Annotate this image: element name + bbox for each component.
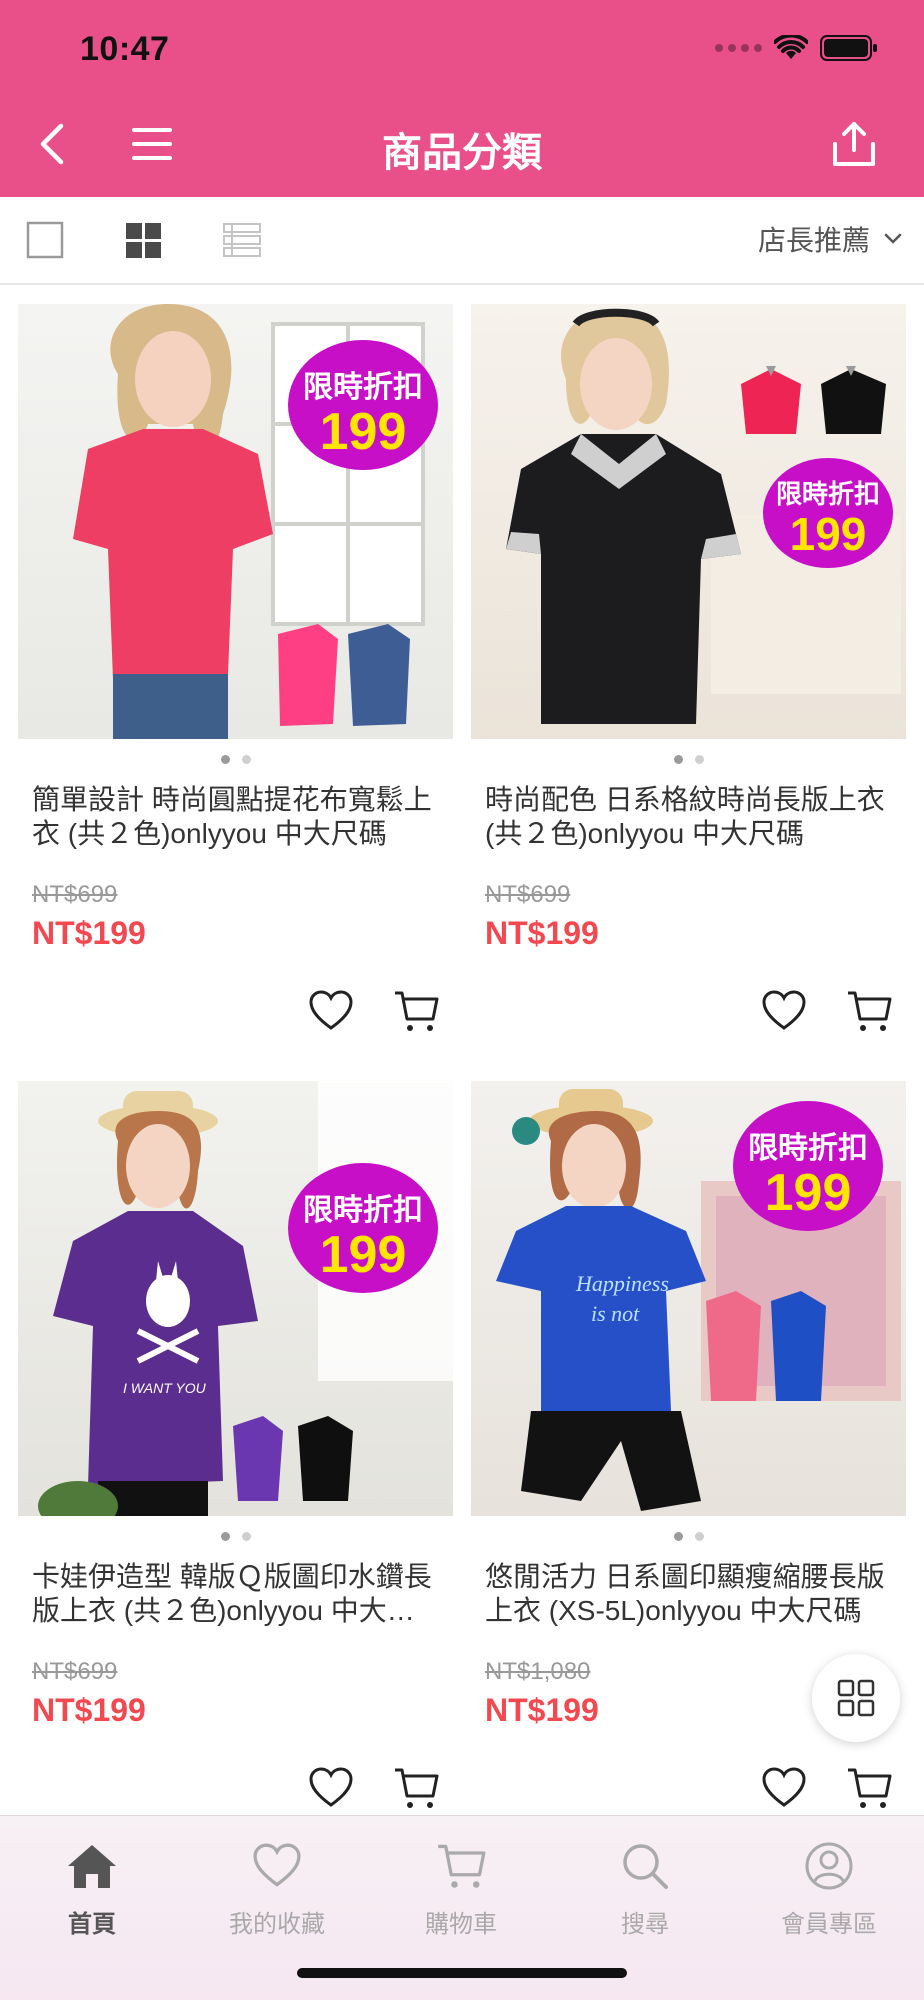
badge-price: 199 <box>319 403 407 461</box>
original-price: NT$699 <box>485 881 571 908</box>
model-photo: I WANT YOU <box>38 1081 453 1516</box>
discount-badge: 限時折扣 199 <box>288 340 438 470</box>
tab-member[interactable]: 會員專區 <box>754 1836 904 1939</box>
product-name[interactable]: 卡娃伊造型 韓版Ｑ版圖印水鑽長版上衣 (共２色)onlyyou 中大尺碼 <box>32 1560 439 1628</box>
sort-dropdown[interactable]: 店長推薦 <box>758 219 902 259</box>
product-image[interactable]: Happiness is not 限時折扣 199 <box>471 1081 906 1516</box>
product-card[interactable]: 限時折扣 199 時尚配色 日系格紋時尚長版上衣 (共２色)onlyyou 中大… <box>471 304 906 1031</box>
tab-label: 搜尋 <box>621 1911 669 1938</box>
badge-price: 199 <box>764 1164 852 1222</box>
cellular-signal-icon <box>715 44 762 52</box>
list-icon <box>223 223 261 257</box>
page-title: 商品分類 <box>382 131 542 175</box>
badge-price: 199 <box>789 508 867 560</box>
product-image[interactable]: I WANT YOU 限時折扣 199 <box>18 1081 453 1516</box>
image-pager <box>471 755 906 765</box>
status-icons <box>715 34 878 62</box>
svg-text:I WANT YOU: I WANT YOU <box>123 1380 207 1396</box>
heart-icon[interactable] <box>762 1767 806 1809</box>
sale-price: NT$199 <box>32 1692 146 1728</box>
product-name[interactable]: 時尚配色 日系格紋時尚長版上衣 (共２色)onlyyou 中大尺碼 <box>485 783 892 851</box>
product-card[interactable]: Happiness is not 限時折扣 199 悠閒活力 日系圖印顯瘦縮腰長… <box>471 1081 906 1808</box>
tab-favorites[interactable]: 我的收藏 <box>202 1836 352 1939</box>
grid-outline-icon <box>837 1679 875 1717</box>
heart-icon <box>253 1843 301 1887</box>
heart-icon[interactable] <box>762 990 806 1032</box>
badge-label: 限時折扣 <box>748 1132 868 1165</box>
heart-icon[interactable] <box>309 990 353 1032</box>
badge-label: 限時折扣 <box>303 1194 423 1227</box>
user-icon <box>805 1842 853 1890</box>
list-view-button[interactable] <box>222 219 262 259</box>
search-icon <box>623 1844 668 1889</box>
product-card[interactable]: I WANT YOU 限時折扣 199 卡娃伊造型 韓版Ｑ版圖印水鑽長版上衣 (… <box>18 1081 453 1808</box>
tab-label: 我的收藏 <box>229 1911 325 1938</box>
cart-icon[interactable] <box>846 1766 892 1810</box>
product-actions <box>309 986 439 1036</box>
view-toolbar: 店長推薦 <box>0 197 924 285</box>
home-indicator <box>297 1968 627 1978</box>
product-actions <box>309 1763 439 1813</box>
chevron-down-icon <box>884 233 902 244</box>
image-pager <box>18 1532 453 1542</box>
svg-text:is not: is not <box>591 1301 640 1326</box>
status-time: 10:47 <box>80 30 170 68</box>
cart-icon <box>438 1844 486 1888</box>
tab-search[interactable]: 搜尋 <box>570 1836 720 1939</box>
single-square-icon <box>26 221 64 259</box>
top-header: 10:47 商品分類 <box>0 0 924 197</box>
battery-icon <box>820 35 877 61</box>
cart-icon[interactable] <box>393 1766 439 1810</box>
sort-label: 店長推薦 <box>757 225 870 256</box>
svg-text:Happiness: Happiness <box>575 1271 669 1296</box>
sale-price: NT$199 <box>32 915 146 951</box>
badge-price: 199 <box>319 1226 407 1284</box>
product-actions <box>762 986 892 1036</box>
product-image[interactable]: 限時折扣 199 <box>471 304 906 739</box>
share-icon <box>833 122 875 166</box>
tab-home[interactable]: 首頁 <box>17 1836 167 1939</box>
cart-icon[interactable] <box>393 989 439 1033</box>
original-price: NT$699 <box>32 881 118 908</box>
discount-badge: 限時折扣 199 <box>763 458 893 568</box>
tab-label: 購物車 <box>425 1911 497 1938</box>
single-view-button[interactable] <box>26 219 66 259</box>
grid-view-button[interactable] <box>124 219 164 259</box>
product-card[interactable]: 限時折扣 199 簡單設計 時尚圓點提花布寬鬆上衣 (共２色)onlyyou 中… <box>18 304 453 1031</box>
share-button[interactable] <box>826 116 882 172</box>
floating-grid-button[interactable] <box>812 1654 900 1742</box>
grid-icon <box>126 223 161 258</box>
product-actions <box>762 1763 892 1813</box>
tab-label: 會員專區 <box>781 1911 877 1938</box>
product-image[interactable]: 限時折扣 199 <box>18 304 453 739</box>
tab-label: 首頁 <box>68 1911 116 1938</box>
home-icon <box>68 1845 116 1888</box>
cart-icon[interactable] <box>846 989 892 1033</box>
image-pager <box>18 755 453 765</box>
image-pager <box>471 1532 906 1542</box>
sale-price: NT$199 <box>485 915 599 951</box>
discount-badge: 限時折扣 199 <box>288 1163 438 1293</box>
discount-badge: 限時折扣 199 <box>733 1101 883 1231</box>
badge-label: 限時折扣 <box>303 371 423 404</box>
original-price: NT$699 <box>32 1658 118 1685</box>
product-name[interactable]: 悠閒活力 日系圖印顯瘦縮腰長版上衣 (XS-5L)onlyyou 中大尺碼 <box>485 1560 892 1628</box>
product-name[interactable]: 簡單設計 時尚圓點提花布寬鬆上衣 (共２色)onlyyou 中大尺碼 <box>32 783 439 851</box>
wifi-icon <box>774 35 808 59</box>
tab-cart[interactable]: 購物車 <box>386 1836 536 1939</box>
heart-icon[interactable] <box>309 1767 353 1809</box>
badge-label: 限時折扣 <box>775 479 880 509</box>
